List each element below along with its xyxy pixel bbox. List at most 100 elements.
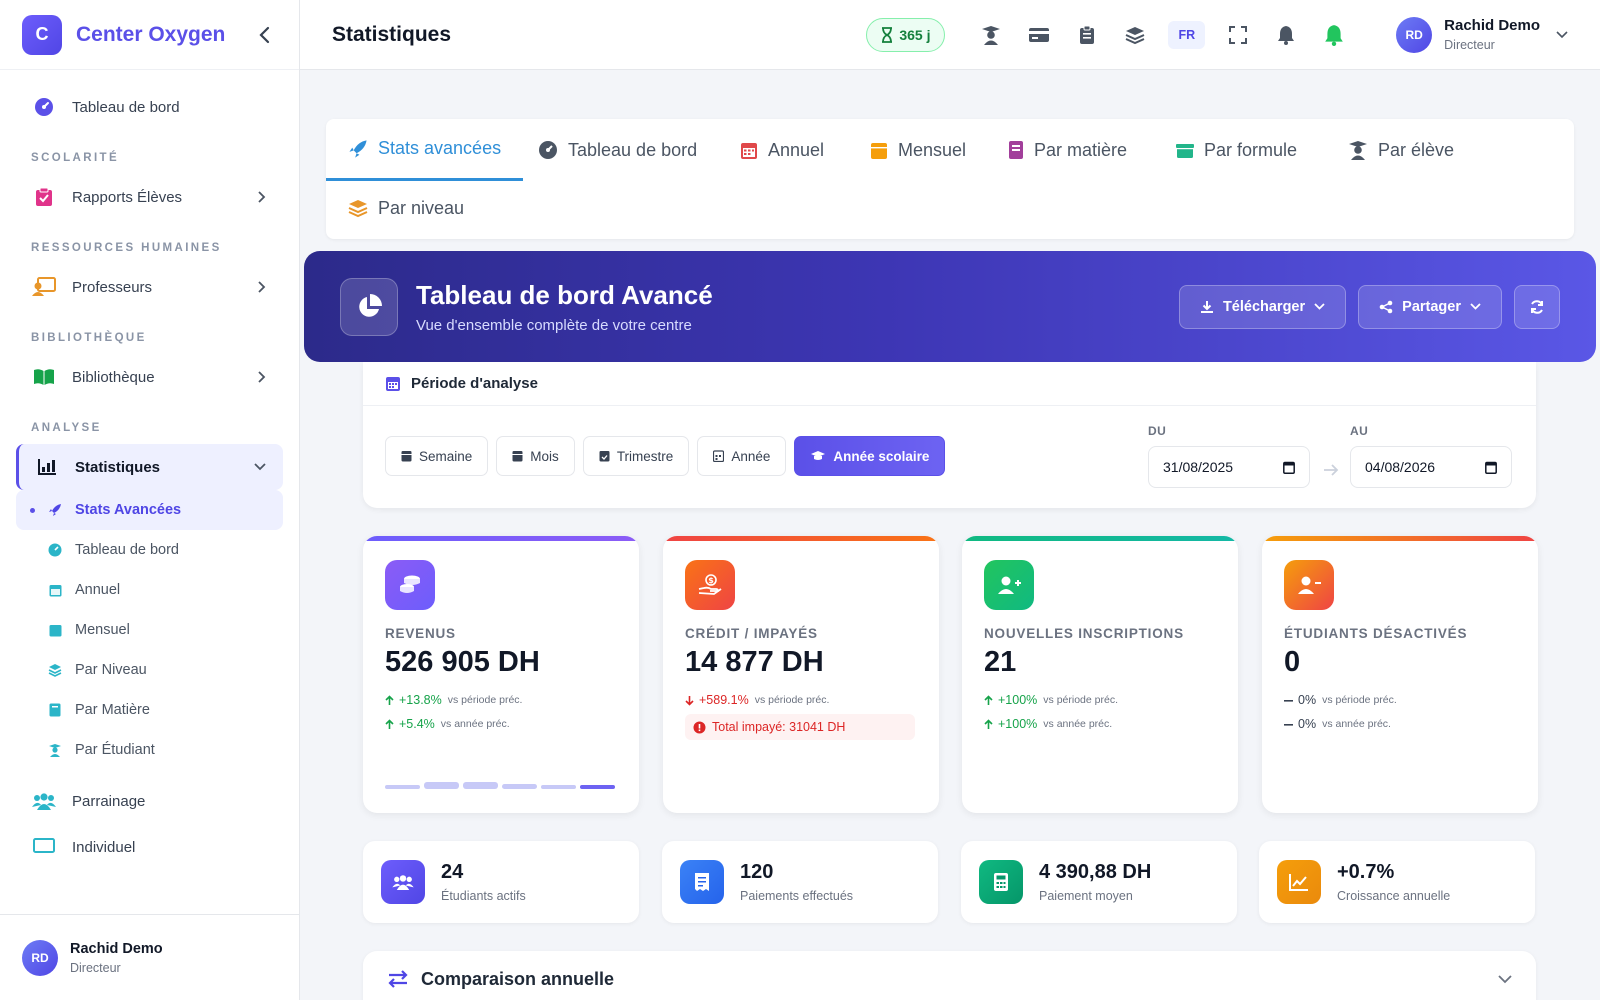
notifications-button[interactable]: [1271, 20, 1301, 50]
alerts-button[interactable]: [1319, 20, 1349, 50]
sidebar-nav: Tableau de bord SCOLARITÉ Rapports Élève…: [0, 70, 299, 913]
share-button[interactable]: Partager: [1358, 284, 1502, 329]
spark-bar: [463, 782, 498, 789]
download-icon: [1200, 300, 1213, 313]
sidebar-item-dashboard[interactable]: Tableau de bord: [16, 84, 283, 130]
calendar-icon: [401, 451, 412, 462]
tab-annuel[interactable]: Annuel: [718, 119, 846, 181]
sidebar-sub-par-etudiant[interactable]: Par Étudiant: [16, 730, 283, 770]
tab-mensuel[interactable]: Mensuel: [848, 119, 988, 181]
brand-name[interactable]: Center Oxygen: [76, 23, 253, 47]
stat-label: CRÉDIT / IMPAYÉS: [685, 626, 818, 641]
mini-label: Croissance annuelle: [1337, 889, 1451, 903]
sidebar-sub-stats-avancees[interactable]: Stats Avancées: [16, 490, 283, 530]
trend-compare: vs année préc.: [1322, 718, 1391, 730]
date-to-input[interactable]: 04/08/2026: [1350, 446, 1512, 488]
sidebar-sub-label: Tableau de bord: [75, 542, 179, 558]
layer-group-icon: [348, 200, 368, 218]
annual-comparison-accordion[interactable]: Comparaison annuelle: [363, 951, 1536, 1000]
tab-label: Mensuel: [898, 139, 967, 160]
chevron-down-icon: [1314, 303, 1325, 310]
period-year-button[interactable]: Année: [697, 436, 787, 476]
download-button[interactable]: Télécharger: [1178, 284, 1347, 329]
reports-header-button[interactable]: [1072, 20, 1102, 50]
tab-label: Tableau de bord: [568, 139, 698, 160]
tab-par-matiere[interactable]: Par matière: [986, 119, 1149, 181]
spark-bar: [424, 782, 459, 789]
card-accent-bar: [363, 536, 639, 541]
spark-bar: [502, 784, 537, 789]
stat-value: 14 877 DH: [685, 646, 824, 678]
calendar-icon: [1485, 461, 1497, 474]
sidebar-item-statistiques[interactable]: Statistiques: [16, 444, 283, 490]
arrow-up-icon: [984, 718, 993, 729]
subscription-days-badge[interactable]: 365 j: [866, 17, 946, 52]
stat-label: REVENUS: [385, 626, 456, 641]
sidebar-sub-par-niveau[interactable]: Par Niveau: [16, 650, 283, 690]
trend-percent: +13.8%: [399, 693, 442, 707]
sidebar-item-parrainage[interactable]: Parrainage: [16, 778, 283, 824]
mini-value: 24: [441, 861, 464, 883]
period-quarter-button[interactable]: Trimestre: [582, 436, 690, 476]
sidebar-sub-mensuel[interactable]: Mensuel: [16, 610, 283, 650]
sidebar-sub-annuel[interactable]: Annuel: [16, 570, 283, 610]
payments-header-button[interactable]: [1024, 20, 1054, 50]
period-button-label: Année: [731, 448, 771, 464]
sidebar-sub-label: Annuel: [75, 582, 121, 598]
period-button-label: Année scolaire: [833, 448, 930, 464]
date-from-input[interactable]: 31/08/2025: [1148, 446, 1310, 488]
header-user-menu[interactable]: RD Rachid Demo Directeur: [1396, 16, 1568, 53]
sidebar-user[interactable]: RD Rachid Demo Directeur: [0, 914, 299, 1000]
students-header-button[interactable]: [976, 20, 1006, 50]
clipboard-list-icon: [1080, 25, 1095, 44]
period-school-year-button[interactable]: Année scolaire: [794, 436, 946, 476]
stat-value: 21: [984, 646, 1017, 678]
tab-stats-avancees[interactable]: Stats avancées: [326, 119, 524, 181]
stat-label: NOUVELLES INSCRIPTIONS: [984, 626, 1184, 641]
stat-label: ÉTUDIANTS DÉSACTIVÉS: [1284, 626, 1468, 641]
top-header: Statistiques 365 j FR RD Rachid Demo Dir…: [300, 0, 1600, 70]
trend-percent: +5.4%: [399, 717, 435, 731]
active-dot: [30, 507, 35, 513]
sidebar-item-label: Tableau de bord: [72, 98, 180, 116]
stat-trend-year: +5.4% vs année préc.: [385, 717, 510, 731]
sidebar-sub-label: Par Matière: [75, 702, 150, 718]
sidebar-item-rapports[interactable]: Rapports Élèves: [16, 174, 283, 220]
sidebar-sub-tableau-de-bord[interactable]: Tableau de bord: [16, 530, 283, 570]
period-week-button[interactable]: Semaine: [385, 436, 489, 476]
calendar-icon: [741, 143, 757, 159]
sidebar-section-rh: RESSOURCES HUMAINES: [31, 242, 222, 254]
user-name: Rachid Demo: [70, 940, 163, 957]
tab-par-formule[interactable]: Par formule: [1154, 119, 1319, 181]
tab-label: Par élève: [1378, 139, 1455, 160]
language-switcher[interactable]: FR: [1168, 20, 1206, 49]
tab-par-niveau[interactable]: Par niveau: [326, 177, 486, 239]
sidebar-sub-par-matiere[interactable]: Par Matière: [16, 690, 283, 730]
arrow-up-icon: [385, 694, 394, 705]
trend-compare: vs période préc.: [447, 694, 523, 706]
sidebar-item-bibliotheque[interactable]: Bibliothèque: [16, 354, 283, 400]
chevron-down-icon: [254, 463, 266, 471]
layer-group-icon: [47, 662, 63, 678]
period-button-label: Trimestre: [616, 448, 674, 464]
card-accent-bar: [663, 536, 939, 541]
chevron-left-icon: [259, 26, 270, 43]
minus-icon: [1284, 699, 1293, 702]
sidebar-item-professeurs[interactable]: Professeurs: [16, 264, 283, 310]
sidebar-item-individuel[interactable]: Individuel: [16, 824, 283, 870]
tab-tableau-de-bord[interactable]: Tableau de bord: [516, 119, 719, 181]
trend-percent: +100%: [998, 693, 1038, 707]
user-graduate-icon: [1349, 141, 1367, 160]
brand-logo[interactable]: C: [22, 14, 62, 55]
tab-label: Par niveau: [378, 197, 465, 218]
tab-par-eleve[interactable]: Par élève: [1326, 119, 1476, 181]
period-month-button[interactable]: Mois: [496, 436, 575, 476]
fullscreen-button[interactable]: [1223, 20, 1253, 50]
tab-label: Annuel: [768, 139, 825, 160]
stat-value: 526 905 DH: [385, 646, 540, 678]
refresh-button[interactable]: [1514, 284, 1560, 329]
sidebar-collapse-button[interactable]: [253, 23, 277, 47]
dashboard-hero-banner: Tableau de bord Avancé Vue d'ensemble co…: [304, 251, 1596, 362]
levels-header-button[interactable]: [1120, 20, 1150, 50]
dot: [30, 748, 35, 753]
